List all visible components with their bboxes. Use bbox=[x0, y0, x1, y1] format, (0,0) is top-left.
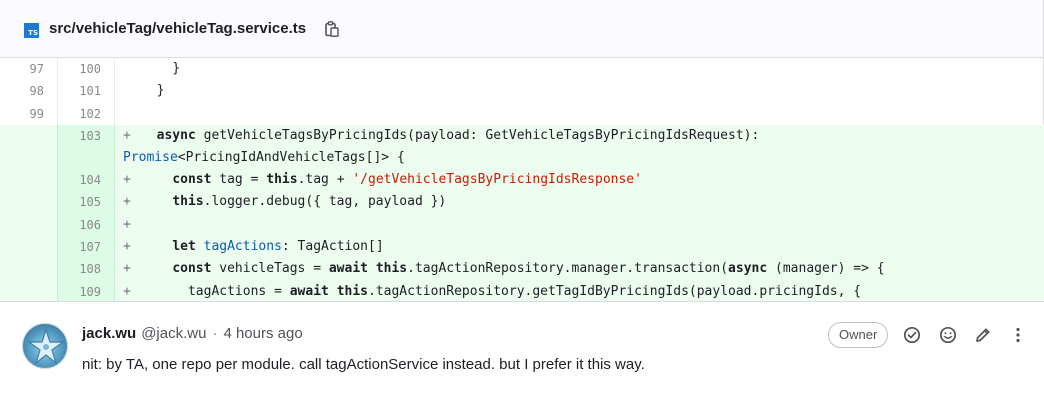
old-line-number bbox=[0, 124, 58, 148]
comment-body: nit: by TA, one repo per module. call ta… bbox=[82, 356, 645, 373]
code-line: + const vehicleTags = await this.tagActi… bbox=[115, 258, 1044, 281]
new-line-number bbox=[58, 147, 115, 170]
diff-file-card: TS src/vehicleTag/vehicleTag.service.ts … bbox=[0, 0, 1044, 409]
new-line-number[interactable]: 100 bbox=[58, 58, 115, 81]
old-line-number bbox=[0, 169, 58, 192]
author-handle[interactable]: @jack.wu bbox=[141, 325, 206, 342]
code-line: + this.logger.debug({ tag, payload }) bbox=[115, 191, 1044, 214]
old-line-number bbox=[0, 147, 58, 170]
old-line-number bbox=[0, 236, 58, 259]
emoji-icon[interactable] bbox=[937, 324, 959, 346]
code-text: let tagActions: TagAction[] bbox=[172, 239, 384, 255]
diff-line-added: 108 + const vehicleTags = await this.tag… bbox=[0, 258, 1044, 281]
new-line-number[interactable]: 101 bbox=[58, 80, 115, 103]
code-line: + bbox=[115, 213, 1044, 237]
diff-lines: 97 100 } 98 101 } 99 102 103 + async get… bbox=[0, 58, 1044, 303]
copy-path-icon[interactable] bbox=[324, 20, 340, 38]
old-line-number bbox=[0, 258, 58, 281]
new-line-number[interactable]: 103 bbox=[58, 124, 115, 148]
new-line-number[interactable]: 106 bbox=[58, 213, 115, 237]
diff-line-added: 104 + const tag = this.tag + '/getVehicl… bbox=[0, 169, 1044, 192]
code-text: this.logger.debug({ tag, payload }) bbox=[172, 194, 447, 210]
diff-line-added: 105 + this.logger.debug({ tag, payload }… bbox=[0, 191, 1044, 214]
resolve-icon[interactable] bbox=[901, 324, 923, 346]
code-text: Promise<PricingIdAndVehicleTags[]> { bbox=[123, 150, 405, 166]
code-text: const tag = this.tag + '/getVehicleTagsB… bbox=[172, 172, 642, 188]
avatar[interactable] bbox=[22, 323, 68, 369]
comment-author: jack.wu @jack.wu · 4 hours ago bbox=[82, 325, 303, 342]
diff-line-added: 106 + bbox=[0, 213, 1044, 237]
edit-icon[interactable] bbox=[972, 324, 994, 346]
diff-line: 98 101 } bbox=[0, 80, 1044, 103]
old-line-number bbox=[0, 191, 58, 214]
old-line-number[interactable]: 97 bbox=[0, 58, 58, 81]
new-line-number[interactable]: 107 bbox=[58, 236, 115, 259]
diff-line-added: 107 + let tagActions: TagAction[] bbox=[0, 236, 1044, 259]
old-line-number bbox=[0, 213, 58, 237]
code-line: Promise<PricingIdAndVehicleTags[]> { bbox=[115, 147, 1044, 170]
code-line: + let tagActions: TagAction[] bbox=[115, 236, 1044, 259]
old-line-number bbox=[0, 280, 58, 303]
old-line-number[interactable]: 99 bbox=[0, 102, 58, 125]
new-line-number[interactable]: 105 bbox=[58, 191, 115, 214]
owner-badge: Owner bbox=[828, 322, 889, 348]
code-line: + async getVehicleTagsByPricingIds(paylo… bbox=[115, 124, 1044, 148]
new-line-number[interactable]: 109 bbox=[58, 280, 115, 303]
new-line-number[interactable]: 102 bbox=[58, 102, 115, 125]
diff-line-added-wrap: Promise<PricingIdAndVehicleTags[]> { bbox=[0, 147, 1044, 170]
author-name[interactable]: jack.wu bbox=[82, 325, 136, 342]
new-line-number[interactable]: 108 bbox=[58, 258, 115, 281]
file-path[interactable]: src/vehicleTag/vehicleTag.service.ts bbox=[49, 20, 306, 37]
code-line: } bbox=[141, 83, 165, 99]
comment-timestamp[interactable]: 4 hours ago bbox=[223, 325, 302, 342]
code-line: + const tag = this.tag + '/getVehicleTag… bbox=[115, 169, 1044, 192]
separator: · bbox=[212, 325, 218, 342]
code-text: tagActions = await this.tagActionReposit… bbox=[141, 283, 862, 299]
diff-line: 99 102 bbox=[0, 102, 1044, 125]
file-header: TS src/vehicleTag/vehicleTag.service.ts bbox=[0, 0, 1043, 58]
code-line: } bbox=[141, 61, 181, 76]
old-line-number[interactable]: 98 bbox=[0, 80, 58, 103]
more-icon[interactable] bbox=[1007, 324, 1029, 346]
code-line: + tagActions = await this.tagActionRepos… bbox=[115, 280, 1044, 303]
typescript-file-icon: TS bbox=[24, 22, 39, 38]
code-text: const vehicleTags = await this.tagAction… bbox=[172, 261, 885, 277]
code-text: async getVehicleTagsByPricingIds(payload… bbox=[141, 127, 760, 143]
diff-line: 97 100 } bbox=[0, 58, 1044, 81]
diff-line-added: 109 + tagActions = await this.tagActionR… bbox=[0, 280, 1044, 303]
diff-line-added: 103 + async getVehicleTagsByPricingIds(p… bbox=[0, 124, 1044, 148]
discussion-comment: jack.wu @jack.wu · 4 hours ago nit: by T… bbox=[0, 301, 1044, 409]
new-line-number[interactable]: 104 bbox=[58, 169, 115, 192]
